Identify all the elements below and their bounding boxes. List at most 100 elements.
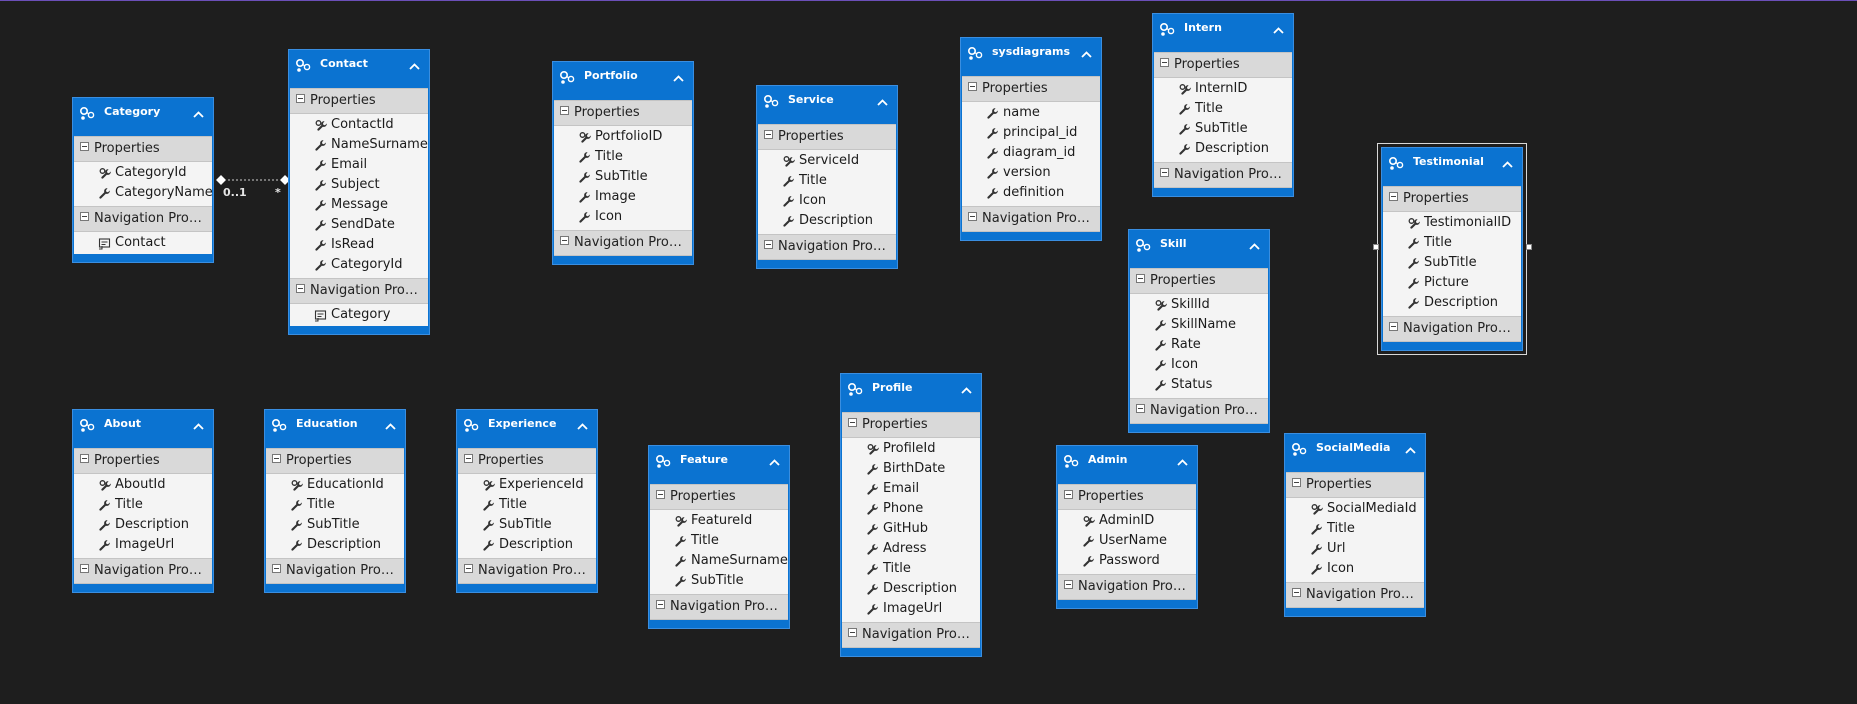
- properties-section-header[interactable]: Properties: [74, 448, 212, 474]
- entity-header[interactable]: Portfolio: [553, 62, 693, 100]
- properties-section-header[interactable]: Properties: [554, 100, 692, 126]
- properties-section-header[interactable]: Properties: [1383, 186, 1521, 212]
- property-row[interactable]: SubTitle: [554, 167, 692, 187]
- collapse-toggle-icon[interactable]: [764, 240, 773, 249]
- collapse-toggle-icon[interactable]: [1160, 168, 1169, 177]
- collapse-toggle-icon[interactable]: [560, 106, 569, 115]
- chevron-up-icon[interactable]: [385, 419, 396, 430]
- entity-header[interactable]: SocialMedia: [1285, 434, 1425, 472]
- chevron-up-icon[interactable]: [673, 71, 684, 82]
- collapse-toggle-icon[interactable]: [296, 284, 305, 293]
- entity-header[interactable]: Profile: [841, 374, 981, 412]
- collapse-toggle-icon[interactable]: [968, 212, 977, 221]
- property-row[interactable]: FeatureId: [650, 511, 788, 531]
- entity-service[interactable]: Service Properties ServiceId Title Icon Descr…: [756, 85, 898, 269]
- entity-header[interactable]: Contact: [289, 50, 429, 88]
- property-row[interactable]: ExperienceId: [458, 475, 596, 495]
- property-row[interactable]: Description: [266, 535, 404, 555]
- entity-testimonial[interactable]: Testimonial Properties TestimonialID Title S…: [1377, 143, 1527, 355]
- property-row[interactable]: Title: [458, 495, 596, 515]
- property-row[interactable]: Title: [758, 171, 896, 191]
- property-row[interactable]: ImageUrl: [74, 535, 212, 555]
- collapse-toggle-icon[interactable]: [848, 418, 857, 427]
- chevron-up-icon[interactable]: [769, 455, 780, 466]
- property-row[interactable]: Status: [1130, 375, 1268, 395]
- property-row[interactable]: UserName: [1058, 531, 1196, 551]
- navigation-section-header[interactable]: Navigation Prope...: [1058, 574, 1196, 600]
- property-row[interactable]: Message: [290, 195, 428, 215]
- navigation-section-header[interactable]: Navigation Prope...: [1383, 316, 1521, 342]
- properties-section-header[interactable]: Properties: [1130, 268, 1268, 294]
- navigation-section-header[interactable]: Navigation Prope...: [458, 558, 596, 584]
- collapse-toggle-icon[interactable]: [656, 490, 665, 499]
- entity-profile[interactable]: Profile Properties ProfileId BirthDate Email…: [840, 373, 982, 657]
- collapse-toggle-icon[interactable]: [560, 236, 569, 245]
- property-row[interactable]: Adress: [842, 539, 980, 559]
- resize-handle-right[interactable]: [1526, 244, 1532, 250]
- property-row[interactable]: CategoryId: [290, 255, 428, 275]
- entity-header[interactable]: Service: [757, 86, 897, 124]
- collapse-toggle-icon[interactable]: [1389, 192, 1398, 201]
- entity-socialmedia[interactable]: SocialMedia Properties SocialMediaId Title U…: [1284, 433, 1426, 617]
- property-row[interactable]: Subject: [290, 175, 428, 195]
- chevron-up-icon[interactable]: [1502, 157, 1513, 168]
- property-row[interactable]: SubTitle: [1383, 253, 1521, 273]
- resize-handle-left[interactable]: [1373, 244, 1379, 250]
- collapse-toggle-icon[interactable]: [272, 454, 281, 463]
- property-row[interactable]: GitHub: [842, 519, 980, 539]
- navigation-section-header[interactable]: Navigation Prope...: [650, 594, 788, 620]
- properties-section-header[interactable]: Properties: [1154, 52, 1292, 78]
- entity-header[interactable]: Experience: [457, 410, 597, 448]
- collapse-toggle-icon[interactable]: [80, 142, 89, 151]
- properties-section-header[interactable]: Properties: [458, 448, 596, 474]
- collapse-toggle-icon[interactable]: [464, 564, 473, 573]
- property-row[interactable]: Title: [266, 495, 404, 515]
- property-row[interactable]: SubTitle: [458, 515, 596, 535]
- entity-header[interactable]: Admin: [1057, 446, 1197, 484]
- navigation-section-header[interactable]: Navigation Prope...: [266, 558, 404, 584]
- collapse-toggle-icon[interactable]: [1292, 478, 1301, 487]
- entity-header[interactable]: Testimonial: [1382, 148, 1522, 186]
- property-row[interactable]: Icon: [1286, 559, 1424, 579]
- property-row[interactable]: Icon: [554, 207, 692, 227]
- navigation-section-header[interactable]: Navigation Prope...: [1154, 162, 1292, 188]
- chevron-up-icon[interactable]: [1177, 455, 1188, 466]
- properties-section-header[interactable]: Properties: [290, 88, 428, 114]
- chevron-up-icon[interactable]: [961, 383, 972, 394]
- property-row[interactable]: NameSurname: [650, 551, 788, 571]
- entity-category[interactable]: Category Properties CategoryId CategoryName…: [72, 97, 214, 263]
- property-row[interactable]: AboutId: [74, 475, 212, 495]
- navigation-section-header[interactable]: Navigation Prope...: [554, 230, 692, 256]
- property-row[interactable]: version: [962, 163, 1100, 183]
- property-row[interactable]: definition: [962, 183, 1100, 203]
- property-row[interactable]: SubTitle: [1154, 119, 1292, 139]
- collapse-toggle-icon[interactable]: [80, 564, 89, 573]
- property-row[interactable]: name: [962, 103, 1100, 123]
- collapse-toggle-icon[interactable]: [1292, 588, 1301, 597]
- property-row[interactable]: BirthDate: [842, 459, 980, 479]
- collapse-toggle-icon[interactable]: [296, 94, 305, 103]
- collapse-toggle-icon[interactable]: [1136, 274, 1145, 283]
- property-row[interactable]: InternID: [1154, 79, 1292, 99]
- navigation-section-header[interactable]: Navigation Prope...: [758, 234, 896, 260]
- properties-section-header[interactable]: Properties: [1286, 472, 1424, 498]
- entity-portfolio[interactable]: Portfolio Properties PortfolioID Title SubTi…: [552, 61, 694, 265]
- property-row[interactable]: TestimonialID: [1383, 213, 1521, 233]
- collapse-toggle-icon[interactable]: [1389, 322, 1398, 331]
- properties-section-header[interactable]: Properties: [266, 448, 404, 474]
- entity-header[interactable]: sysdiagrams: [961, 38, 1101, 76]
- property-row[interactable]: Title: [1154, 99, 1292, 119]
- entity-header[interactable]: Skill: [1129, 230, 1269, 268]
- chevron-up-icon[interactable]: [877, 95, 888, 106]
- collapse-toggle-icon[interactable]: [1064, 490, 1073, 499]
- property-row[interactable]: ContactId: [290, 115, 428, 135]
- navigation-property-row[interactable]: Category: [290, 305, 428, 325]
- chevron-up-icon[interactable]: [1081, 47, 1092, 58]
- property-row[interactable]: AdminID: [1058, 511, 1196, 531]
- navigation-section-header[interactable]: Navigation Prope...: [962, 206, 1100, 232]
- entity-header[interactable]: Intern: [1153, 14, 1293, 52]
- properties-section-header[interactable]: Properties: [74, 136, 212, 162]
- property-row[interactable]: Description: [1383, 293, 1521, 313]
- collapse-toggle-icon[interactable]: [1160, 58, 1169, 67]
- property-row[interactable]: EducationId: [266, 475, 404, 495]
